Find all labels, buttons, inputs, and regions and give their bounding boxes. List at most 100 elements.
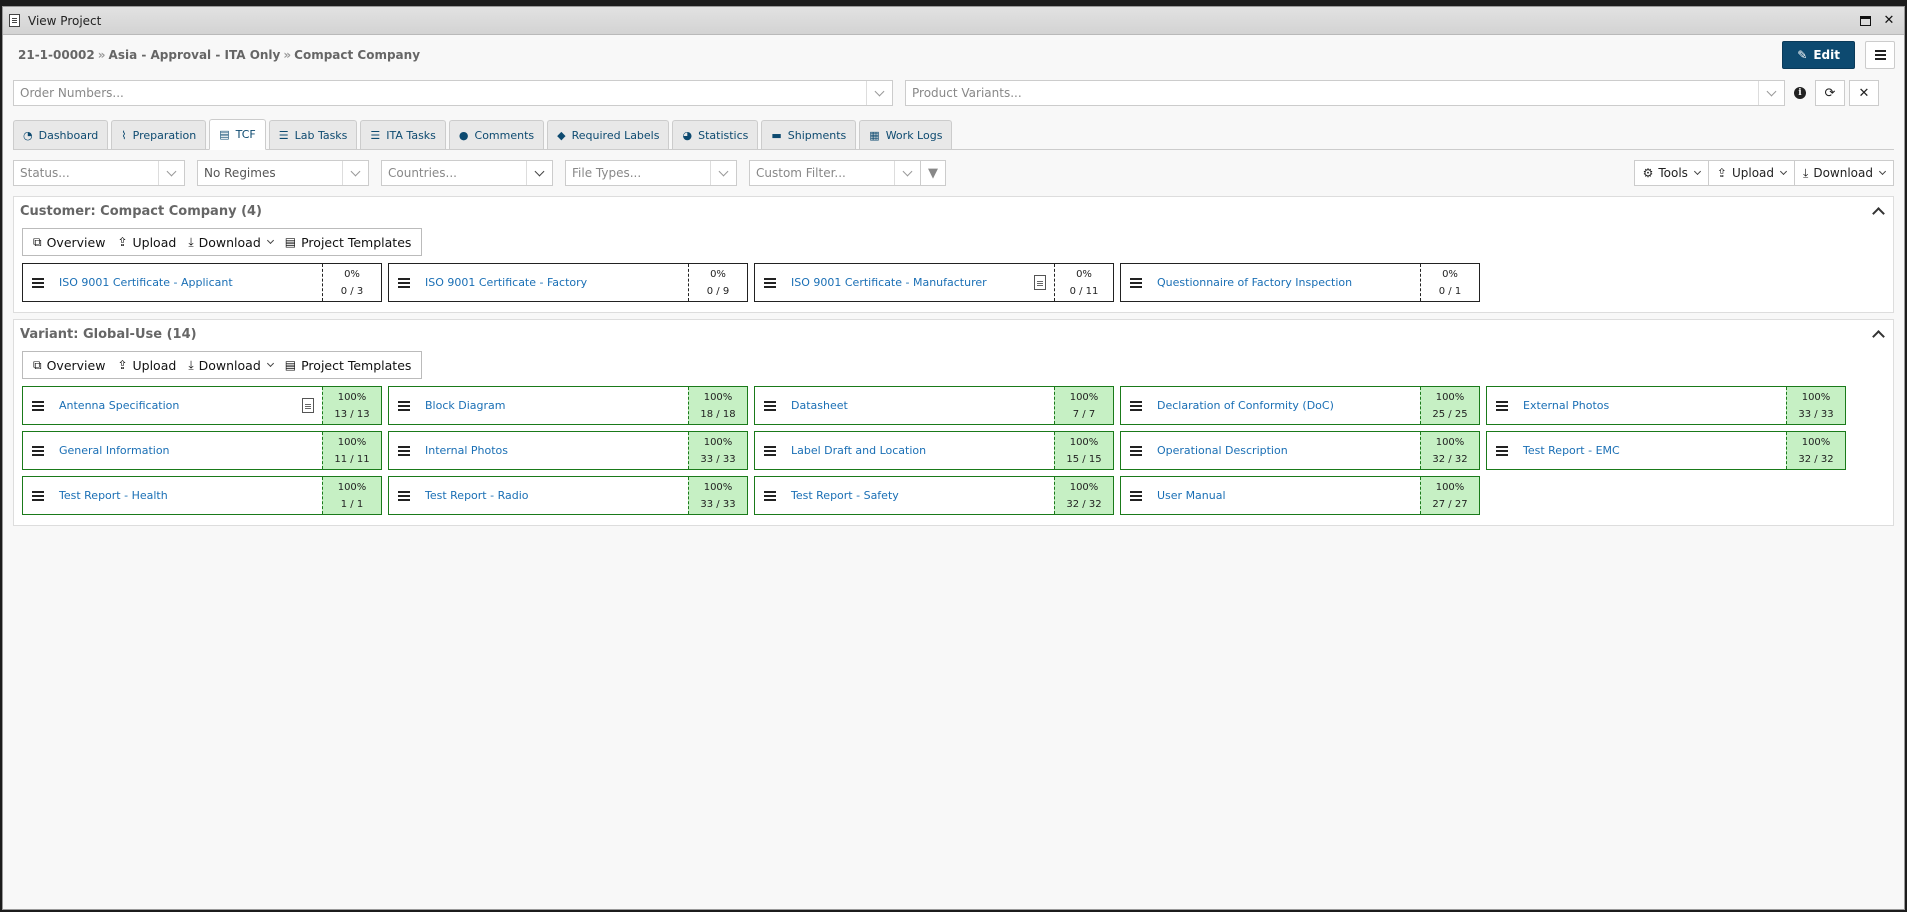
card-label[interactable]: Test Report - EMC xyxy=(1517,444,1786,457)
card-label[interactable]: Block Diagram xyxy=(419,399,688,412)
chevron-up-icon[interactable] xyxy=(1872,207,1885,220)
card-menu-button[interactable] xyxy=(23,449,53,452)
card-menu-button[interactable] xyxy=(23,404,53,407)
document-card[interactable]: Internal Photos 100% 33 / 33 xyxy=(388,431,748,470)
document-card[interactable]: Datasheet 100% 7 / 7 xyxy=(754,386,1114,425)
clear-button[interactable]: ✕ xyxy=(1849,80,1879,106)
card-menu-button[interactable] xyxy=(1121,449,1151,452)
card-label[interactable]: Test Report - Safety xyxy=(785,489,1054,502)
card-label[interactable]: Datasheet xyxy=(785,399,1054,412)
tab-ita-tasks[interactable]: ☰ ITA Tasks xyxy=(360,120,446,149)
card-label[interactable]: Questionnaire of Factory Inspection xyxy=(1151,276,1420,289)
overview-button[interactable]: ⧉ Overview xyxy=(27,358,111,373)
tab-comments[interactable]: ● Comments xyxy=(448,120,545,149)
tab-work-logs[interactable]: ▦ Work Logs xyxy=(859,120,953,149)
tab-dashboard[interactable]: ◔ Dashboard xyxy=(13,120,109,149)
upload-button[interactable]: ⇪ Upload xyxy=(111,235,182,250)
card-label[interactable]: Test Report - Health xyxy=(53,489,322,502)
chevron-up-icon[interactable] xyxy=(1872,330,1885,343)
order-numbers-select[interactable]: Order Numbers... xyxy=(13,80,893,106)
breadcrumb-project-id: 21-1-00002 xyxy=(18,48,95,62)
card-menu-button[interactable] xyxy=(1121,404,1151,407)
card-menu-button[interactable] xyxy=(1121,494,1151,497)
card-label[interactable]: Declaration of Conformity (DoC) xyxy=(1151,399,1420,412)
card-count: 33 / 33 xyxy=(700,453,736,465)
apply-filter-button[interactable]: ▼ xyxy=(920,160,946,186)
card-menu-button[interactable] xyxy=(755,494,785,497)
card-menu-button[interactable] xyxy=(1487,449,1517,452)
document-card[interactable]: Declaration of Conformity (DoC) 100% 25 / … xyxy=(1120,386,1480,425)
card-menu-button[interactable] xyxy=(1487,404,1517,407)
maximize-button[interactable] xyxy=(1856,12,1874,30)
card-menu-button[interactable] xyxy=(1121,281,1151,284)
card-label[interactable]: Test Report - Radio xyxy=(419,489,688,502)
document-card[interactable]: General Information 100% 11 / 11 xyxy=(22,431,382,470)
menu-icon xyxy=(764,449,776,452)
tab-statistics[interactable]: ◕ Statistics xyxy=(672,120,759,149)
tab-tcf[interactable]: ▤ TCF xyxy=(209,119,266,150)
product-variants-select[interactable]: Product Variants... xyxy=(905,80,1785,106)
tags-icon: ◆ xyxy=(557,128,566,142)
document-card[interactable]: Test Report - Radio 100% 33 / 33 xyxy=(388,476,748,515)
document-card[interactable]: ISO 9001 Certificate - Manufacturer 0% 0 /… xyxy=(754,263,1114,302)
document-card[interactable]: ISO 9001 Certificate - Factory 0% 0 / 9 xyxy=(388,263,748,302)
close-window-button[interactable]: ✕ xyxy=(1880,12,1898,30)
document-card[interactable]: Test Report - Safety 100% 32 / 32 xyxy=(754,476,1114,515)
card-menu-button[interactable] xyxy=(389,404,419,407)
card-menu-button[interactable] xyxy=(389,281,419,284)
upload-button[interactable]: ⇪ Upload xyxy=(111,358,182,373)
card-label[interactable]: Antenna Specification xyxy=(53,399,302,412)
card-label[interactable]: User Manual xyxy=(1151,489,1420,502)
more-menu-button[interactable] xyxy=(1865,41,1895,69)
refresh-button[interactable]: ⟳ xyxy=(1815,80,1845,106)
card-menu-button[interactable] xyxy=(755,404,785,407)
download-menu-button[interactable]: ⤓ Download xyxy=(1794,160,1894,186)
status-filter[interactable]: Status... xyxy=(13,160,185,186)
download-button[interactable]: ⤓ Download xyxy=(182,358,278,373)
tools-button[interactable]: ⚙ Tools xyxy=(1633,160,1709,186)
card-menu-button[interactable] xyxy=(755,281,785,284)
card-label[interactable]: Operational Description xyxy=(1151,444,1420,457)
card-label[interactable]: Label Draft and Location xyxy=(785,444,1054,457)
tab-lab-tasks[interactable]: ☰ Lab Tasks xyxy=(268,120,358,149)
info-icon: i xyxy=(1794,87,1806,99)
card-menu-button[interactable] xyxy=(23,281,53,284)
overview-button[interactable]: ⧉ Overview xyxy=(27,235,111,250)
custom-filter-select[interactable]: Custom Filter... xyxy=(749,160,921,186)
tab-required-labels[interactable]: ◆ Required Labels xyxy=(547,120,670,149)
card-menu-button[interactable] xyxy=(755,449,785,452)
document-card[interactable]: ISO 9001 Certificate - Applicant 0% 0 / 3 xyxy=(22,263,382,302)
download-button[interactable]: ⤓ Download xyxy=(182,235,278,250)
document-card[interactable]: Antenna Specification 100% 13 / 13 xyxy=(22,386,382,425)
document-card[interactable]: Label Draft and Location 100% 15 / 15 xyxy=(754,431,1114,470)
card-label[interactable]: ISO 9001 Certificate - Manufacturer xyxy=(785,276,1034,289)
info-button[interactable]: i xyxy=(1785,87,1815,99)
document-icon[interactable] xyxy=(302,398,314,413)
card-menu-button[interactable] xyxy=(23,494,53,497)
regimes-filter[interactable]: No Regimes xyxy=(197,160,369,186)
upload-menu-button[interactable]: ⇪ Upload xyxy=(1707,160,1796,186)
document-card[interactable]: Test Report - Health 100% 1 / 1 xyxy=(22,476,382,515)
document-card[interactable]: Test Report - EMC 100% 32 / 32 xyxy=(1486,431,1846,470)
document-card[interactable]: Questionnaire of Factory Inspection 0% 0 /… xyxy=(1120,263,1480,302)
edit-button[interactable]: ✎ Edit xyxy=(1782,41,1855,69)
card-label[interactable]: General Information xyxy=(53,444,322,457)
project-templates-button[interactable]: ▤ Project Templates xyxy=(279,358,418,373)
project-templates-button[interactable]: ▤ Project Templates xyxy=(279,235,418,250)
document-card[interactable]: User Manual 100% 27 / 27 xyxy=(1120,476,1480,515)
document-icon[interactable] xyxy=(1034,275,1046,290)
document-card[interactable]: External Photos 100% 33 / 33 xyxy=(1486,386,1846,425)
card-percent: 0% xyxy=(344,268,360,280)
card-label[interactable]: ISO 9001 Certificate - Factory xyxy=(419,276,688,289)
document-card[interactable]: Operational Description 100% 32 / 32 xyxy=(1120,431,1480,470)
file-types-filter[interactable]: File Types... xyxy=(565,160,737,186)
tab-shipments[interactable]: ▬ Shipments xyxy=(761,120,857,149)
tab-preparation[interactable]: ⌇ Preparation xyxy=(111,120,207,149)
document-card[interactable]: Block Diagram 100% 18 / 18 xyxy=(388,386,748,425)
card-menu-button[interactable] xyxy=(389,494,419,497)
countries-filter[interactable]: Countries... xyxy=(381,160,553,186)
card-label[interactable]: ISO 9001 Certificate - Applicant xyxy=(53,276,322,289)
card-label[interactable]: External Photos xyxy=(1517,399,1786,412)
card-menu-button[interactable] xyxy=(389,449,419,452)
card-label[interactable]: Internal Photos xyxy=(419,444,688,457)
